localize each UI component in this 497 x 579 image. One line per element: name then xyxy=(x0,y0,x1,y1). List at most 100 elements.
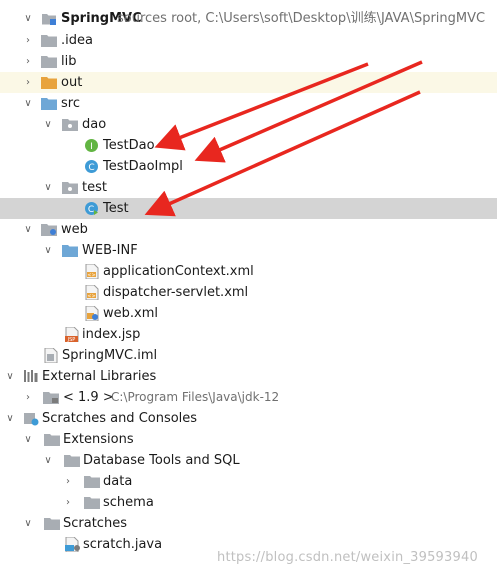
svg-text:C: C xyxy=(88,205,94,215)
tree-row-idea[interactable]: › .idea xyxy=(0,30,497,51)
tree-row-dispatcher-servlet[interactable]: <> dispatcher-servlet.xml xyxy=(0,282,497,303)
package-icon xyxy=(62,119,78,131)
tree-row-scratches-and-consoles[interactable]: ∨ Scratches and Consoles xyxy=(0,408,497,429)
tree-row-extensions[interactable]: ∨ Extensions xyxy=(0,429,497,450)
svg-text:<>: <> xyxy=(87,273,95,279)
chevron-down-icon[interactable]: ∨ xyxy=(4,366,16,387)
blue-folder-icon xyxy=(62,245,78,257)
tree-label: External Libraries xyxy=(42,369,157,384)
chevron-down-icon[interactable]: ∨ xyxy=(42,240,54,261)
xml-file-icon: <> xyxy=(85,285,101,300)
tree-row-test-class[interactable]: C Test xyxy=(0,198,497,219)
tree-row-applicationcontext[interactable]: <> applicationContext.xml xyxy=(0,261,497,282)
tree-label: TestDao xyxy=(103,138,155,153)
svg-text:I: I xyxy=(90,142,93,152)
tree-row-scratches[interactable]: ∨ Scratches xyxy=(0,513,497,534)
tree-row-web-xml[interactable]: web.xml xyxy=(0,303,497,324)
chevron-down-icon[interactable]: ∨ xyxy=(22,219,34,240)
tree-label: web.xml xyxy=(103,306,158,321)
chevron-right-icon[interactable]: › xyxy=(62,492,74,513)
folder-icon xyxy=(84,497,100,509)
tree-label: test xyxy=(82,180,107,195)
chevron-down-icon[interactable]: ∨ xyxy=(4,408,16,429)
svg-text:<>: <> xyxy=(87,294,95,300)
tree-label: web xyxy=(61,222,88,237)
tree-label: Test xyxy=(103,201,129,216)
tree-row-web[interactable]: ∨ web xyxy=(0,219,497,240)
watermark: https://blog.csdn.net/weixin_39593940 xyxy=(217,550,478,565)
chevron-down-icon[interactable]: ∨ xyxy=(22,513,34,534)
folder-icon xyxy=(44,518,60,530)
tree-row-testdaoimpl[interactable]: C TestDaoImpl xyxy=(0,156,497,177)
chevron-down-icon[interactable]: ∨ xyxy=(22,93,34,114)
libraries-icon xyxy=(23,369,39,384)
tree-label: dispatcher-servlet.xml xyxy=(103,285,249,300)
xml-file-icon: <> xyxy=(85,264,101,279)
chevron-down-icon[interactable]: ∨ xyxy=(42,450,54,471)
tree-label: scratch.java xyxy=(83,537,163,552)
tree-label: WEB-INF xyxy=(82,243,138,258)
tree-row-lib[interactable]: › lib xyxy=(0,51,497,72)
tree-row-springmvc-iml[interactable]: SpringMVC.iml xyxy=(0,345,497,366)
class-icon: C xyxy=(84,159,100,174)
tree-label: data xyxy=(103,474,133,489)
web-folder-icon xyxy=(41,224,57,236)
folder-icon xyxy=(41,35,57,47)
project-tree: ∨ SpringMVC sources root, C:\Users\soft\… xyxy=(0,0,497,579)
tree-row-database-tools[interactable]: ∨ Database Tools and SQL xyxy=(0,450,497,471)
tree-row-testdao[interactable]: I TestDao xyxy=(0,135,497,156)
tree-label: out xyxy=(61,75,83,90)
jsp-file-icon: JSP xyxy=(65,327,81,342)
tree-row-out[interactable]: › out xyxy=(0,72,497,93)
chevron-down-icon[interactable]: ∨ xyxy=(42,177,54,198)
tree-label: index.jsp xyxy=(82,327,141,342)
tree-row-web-inf[interactable]: ∨ WEB-INF xyxy=(0,240,497,261)
folder-icon xyxy=(64,455,80,467)
chevron-down-icon[interactable]: ∨ xyxy=(22,8,34,29)
tree-row-jdk[interactable]: › < 1.9 > C:\Program Files\Java\jdk-12 xyxy=(0,387,497,408)
tree-label: dao xyxy=(82,117,107,132)
tree-label: .idea xyxy=(61,33,93,48)
tree-row-dao[interactable]: ∨ dao xyxy=(0,114,497,135)
tree-label: Scratches and Consoles xyxy=(42,411,198,426)
tree-label: lib xyxy=(61,54,77,69)
chevron-right-icon[interactable]: › xyxy=(22,72,34,93)
chevron-down-icon[interactable]: ∨ xyxy=(42,114,54,135)
tree-label: src xyxy=(61,96,80,111)
runnable-class-icon: C xyxy=(84,201,100,216)
tree-label: Extensions xyxy=(63,432,134,447)
tree-row-external-libraries[interactable]: ∨ External Libraries xyxy=(0,366,497,387)
chevron-right-icon[interactable]: › xyxy=(62,471,74,492)
svg-text:C: C xyxy=(88,163,94,173)
tree-row-springmvc[interactable]: ∨ SpringMVC sources root, C:\Users\soft\… xyxy=(0,8,497,29)
chevron-right-icon[interactable]: › xyxy=(22,30,34,51)
scratches-icon xyxy=(23,411,39,426)
folder-icon xyxy=(84,476,100,488)
java-file-icon xyxy=(65,537,81,552)
svg-text:JSP: JSP xyxy=(67,337,76,342)
tree-row-index-jsp[interactable]: JSP index.jsp xyxy=(0,324,497,345)
chevron-right-icon[interactable]: › xyxy=(22,387,34,408)
tree-row-test-package[interactable]: ∨ test xyxy=(0,177,497,198)
source-folder-icon xyxy=(41,98,57,110)
module-folder-icon xyxy=(41,11,57,26)
orange-folder-icon xyxy=(41,77,57,89)
tree-label: applicationContext.xml xyxy=(103,264,254,279)
chevron-down-icon[interactable]: ∨ xyxy=(22,429,34,450)
tree-path: sources root, C:\Users\soft\Desktop\训练\J… xyxy=(117,11,486,26)
folder-icon xyxy=(41,56,57,68)
folder-icon xyxy=(44,434,60,446)
tree-label: < 1.9 > xyxy=(63,390,114,405)
tree-row-src[interactable]: ∨ src xyxy=(0,93,497,114)
chevron-right-icon[interactable]: › xyxy=(22,51,34,72)
tree-label: TestDaoImpl xyxy=(103,159,183,174)
package-icon xyxy=(62,182,78,194)
web-xml-icon xyxy=(85,306,101,321)
tree-path: C:\Program Files\Java\jdk-12 xyxy=(111,390,280,404)
interface-icon: I xyxy=(84,138,100,153)
tree-row-schema[interactable]: › schema xyxy=(0,492,497,513)
tree-label: SpringMVC.iml xyxy=(62,348,158,363)
tree-label: Database Tools and SQL xyxy=(83,453,240,468)
tree-row-data[interactable]: › data xyxy=(0,471,497,492)
tree-label: schema xyxy=(103,495,154,510)
